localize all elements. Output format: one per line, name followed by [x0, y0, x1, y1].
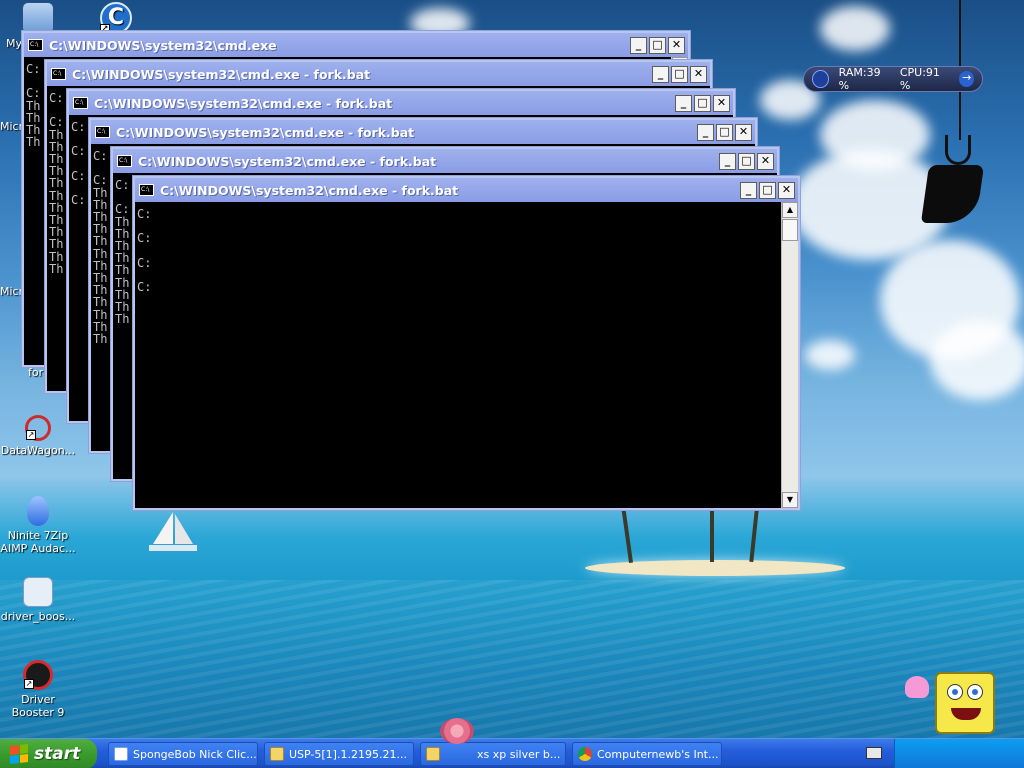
cmd-icon: C:\: [73, 97, 88, 109]
arrow-right-icon[interactable]: →: [959, 71, 974, 87]
taskbar-item-spongebob[interactable]: SpongeBob Nick Clic...: [108, 742, 258, 766]
close-button[interactable]: ✕: [778, 181, 795, 199]
system-monitor-gadget[interactable]: RAM:39 % CPU:91 % →: [803, 66, 983, 92]
window-title: C:\WINDOWS\system32\cmd.exe - fork.bat: [160, 182, 459, 198]
driver-booster-installer-icon: [23, 577, 53, 607]
title-bar[interactable]: C:\ C:\WINDOWS\system32\cmd.exe - fork.b…: [135, 178, 798, 202]
scroll-thumb[interactable]: [782, 219, 798, 241]
desktop-icon-label: driver_boos...: [0, 610, 76, 623]
console-area[interactable]: C: C: C: C: ▲ ▼: [135, 202, 798, 508]
cmd-icon: C:\: [51, 68, 66, 80]
desktop-icon-label: Driver Booster 9: [11, 693, 65, 719]
title-bar[interactable]: C:\ C:\WINDOWS\system32\cmd.exe - fork.b…: [113, 149, 777, 173]
window-title: C:\WINDOWS\system32\cmd.exe - fork.bat: [72, 66, 371, 82]
cmd-icon: C:\: [117, 155, 132, 167]
start-label: start: [34, 744, 81, 764]
minimize-button[interactable]: _: [697, 123, 714, 141]
scroll-down-button[interactable]: ▼: [782, 492, 798, 508]
system-tray: [894, 739, 1024, 768]
console-output: C: C: Th Th Th Th Th Th Th Th Th: [115, 178, 130, 327]
minimize-button[interactable]: _: [652, 65, 669, 83]
minimize-button[interactable]: _: [675, 94, 692, 112]
maximize-button[interactable]: □: [649, 36, 666, 54]
window-icon: [114, 747, 128, 761]
title-bar[interactable]: C:\ C:\WINDOWS\system32\cmd.exe _ □ ✕: [24, 33, 688, 57]
cpu-readout: CPU:91 %: [899, 66, 940, 92]
desktop-icon-driver-booster-installer[interactable]: driver_boos...: [0, 577, 76, 623]
computer-icon: [22, 2, 54, 34]
task-label: Computernewb's Int...: [597, 747, 719, 761]
desktop-icon-driver-booster[interactable]: ↗ Driver Booster 9: [0, 660, 76, 719]
minimize-button[interactable]: _: [719, 152, 736, 170]
maximize-button[interactable]: □: [716, 123, 733, 141]
title-bar[interactable]: C:\ C:\WINDOWS\system32\cmd.exe - fork.b…: [91, 120, 755, 144]
maximize-button[interactable]: □: [759, 181, 776, 199]
chrome-icon: [578, 747, 592, 761]
console-output: C: C: Th Th Th Th Th Th Th Th Th Th Th T…: [49, 91, 64, 276]
title-bar[interactable]: C:\ C:\WINDOWS\system32\cmd.exe - fork.b…: [69, 91, 733, 115]
console-output: C: C: C: C:: [137, 207, 152, 295]
hook-icon: [945, 135, 971, 165]
minimize-button[interactable]: _: [740, 181, 757, 199]
window-title: C:\WINDOWS\system32\cmd.exe - fork.bat: [138, 153, 437, 169]
task-label: xs xp silver b...: [477, 747, 561, 761]
folder-icon: [426, 747, 440, 761]
taskbar-item-xs-xp-silver[interactable]: xs xp silver b...: [420, 742, 566, 766]
task-label: SpongeBob Nick Clic...: [133, 747, 257, 761]
ccleaner-icon: C ↗: [100, 2, 132, 34]
title-bar[interactable]: C:\ C:\WINDOWS\system32\cmd.exe - fork.b…: [47, 62, 710, 86]
cmd-window-6[interactable]: C:\ C:\WINDOWS\system32\cmd.exe - fork.b…: [133, 176, 800, 510]
gadget-logo-icon: [812, 70, 829, 88]
windows-logo-icon: [10, 744, 28, 764]
island: [585, 560, 845, 576]
task-label: USP-5[1].1.2195.21...: [289, 747, 407, 761]
keyboard-icon[interactable]: [866, 747, 882, 759]
taskbar-item-usp[interactable]: USP-5[1].1.2195.21...: [264, 742, 414, 766]
desktop-icon-label: Ninite 7Zip AIMP Audac...: [0, 529, 76, 555]
window-title: C:\WINDOWS\system32\cmd.exe - fork.bat: [94, 95, 393, 111]
spongebob-sticker: [935, 672, 995, 734]
start-button[interactable]: start: [0, 739, 97, 768]
minimize-button[interactable]: _: [630, 36, 647, 54]
console-output: C: C: Th Th Th Th Th Th Th Th Th Th Th T…: [93, 149, 108, 347]
console-output: C: C: C: C:: [71, 120, 86, 208]
maximize-button[interactable]: □: [671, 65, 688, 83]
sailboat-icon: [149, 512, 197, 551]
cmd-icon: C:\: [139, 184, 154, 196]
sock-decoration: [920, 165, 985, 223]
close-button[interactable]: ✕: [713, 94, 730, 112]
console-output: C: C: Th Th Th Th: [26, 62, 41, 150]
close-button[interactable]: ✕: [757, 152, 774, 170]
driver-booster-icon: ↗: [23, 660, 53, 690]
window-title: C:\WINDOWS\system32\cmd.exe - fork.bat: [116, 124, 415, 140]
close-button[interactable]: ✕: [735, 123, 752, 141]
close-button[interactable]: ✕: [668, 36, 685, 54]
maximize-button[interactable]: □: [738, 152, 755, 170]
folder-icon: [270, 747, 284, 761]
cmd-icon: C:\: [95, 126, 110, 138]
desktop-icon-ninite[interactable]: Ninite 7Zip AIMP Audac...: [0, 496, 76, 555]
desktop-icon-datawagon[interactable]: ↗ DataWagon...: [0, 415, 76, 457]
taskbar-item-computernewb[interactable]: Computernewb's Int...: [572, 742, 722, 766]
close-button[interactable]: ✕: [690, 65, 707, 83]
desktop-icon-label: DataWagon...: [0, 444, 76, 457]
gary-snail-sticker: [440, 718, 474, 744]
ram-readout: RAM:39 %: [838, 66, 881, 92]
scroll-up-button[interactable]: ▲: [782, 202, 798, 218]
scrollbar[interactable]: ▲ ▼: [781, 202, 798, 508]
maximize-button[interactable]: □: [694, 94, 711, 112]
ninite-icon: [27, 496, 49, 526]
cmd-icon: C:\: [28, 39, 43, 51]
datawagon-icon: ↗: [25, 415, 51, 441]
jellyfish-sticker: [905, 676, 929, 698]
window-title: C:\WINDOWS\system32\cmd.exe: [49, 37, 277, 53]
